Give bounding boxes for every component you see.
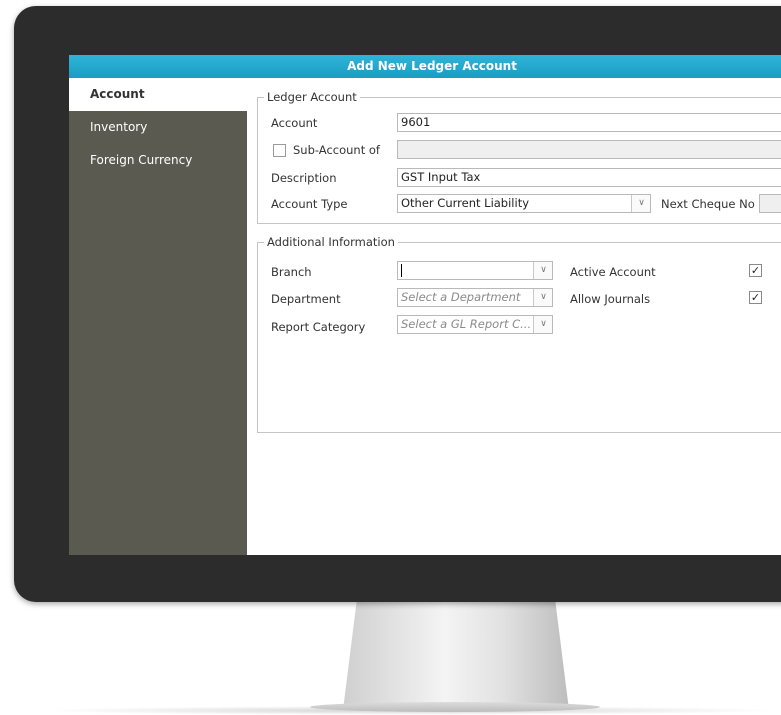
next-cheque-label: Next Cheque No: [661, 197, 755, 211]
form-content: Ledger Account Account 9601 Sub-Account …: [247, 78, 781, 555]
ledger-account-legend: Ledger Account: [264, 90, 360, 104]
next-cheque-field: [759, 194, 781, 213]
monitor-stand: [343, 602, 569, 710]
account-type-label: Account Type: [271, 197, 348, 211]
text-cursor: [401, 264, 402, 277]
app-window: Add New Ledger Account Account Inventory…: [69, 55, 781, 555]
description-label: Description: [271, 171, 337, 185]
department-select[interactable]: Select a Department ∨: [397, 288, 553, 307]
sidebar-item-foreign-currency[interactable]: Foreign Currency: [69, 144, 247, 177]
allow-journals-label: Allow Journals: [570, 292, 651, 306]
sidebar: Account Inventory Foreign Currency: [69, 78, 247, 555]
description-field[interactable]: GST Input Tax: [397, 168, 781, 187]
monitor-stand-base: [310, 702, 600, 712]
active-account-label: Active Account: [570, 265, 656, 279]
active-account-checkbox[interactable]: ✓: [749, 264, 762, 277]
sub-account-field: [397, 140, 781, 159]
allow-journals-checkbox[interactable]: ✓: [749, 291, 762, 304]
account-label: Account: [271, 116, 318, 130]
report-category-select[interactable]: Select a GL Report C... ∨: [397, 315, 553, 334]
chevron-down-icon[interactable]: ∨: [631, 195, 650, 212]
monitor-bezel: Add New Ledger Account Account Inventory…: [14, 6, 781, 602]
department-placeholder: Select a Department: [401, 290, 521, 304]
report-category-placeholder: Select a GL Report C...: [401, 317, 532, 331]
sidebar-item-account[interactable]: Account: [69, 78, 247, 111]
branch-label: Branch: [271, 265, 312, 279]
additional-info-legend: Additional Information: [264, 235, 398, 249]
account-type-select[interactable]: Other Current Liability ∨: [397, 194, 651, 213]
report-category-label: Report Category: [271, 320, 366, 334]
account-field[interactable]: 9601: [397, 113, 781, 132]
chevron-down-icon[interactable]: ∨: [533, 289, 552, 306]
department-label: Department: [271, 292, 341, 306]
sub-account-checkbox[interactable]: [273, 144, 286, 157]
sub-account-label: Sub-Account of: [293, 143, 380, 157]
sidebar-item-inventory[interactable]: Inventory: [69, 111, 247, 144]
checkmark-icon: ✓: [750, 264, 761, 277]
checkmark-icon: ✓: [750, 291, 761, 304]
window-title: Add New Ledger Account: [69, 55, 781, 78]
chevron-down-icon[interactable]: ∨: [533, 262, 552, 279]
branch-select[interactable]: ∨: [397, 261, 553, 280]
chevron-down-icon[interactable]: ∨: [533, 316, 552, 333]
account-type-value: Other Current Liability: [401, 196, 530, 210]
